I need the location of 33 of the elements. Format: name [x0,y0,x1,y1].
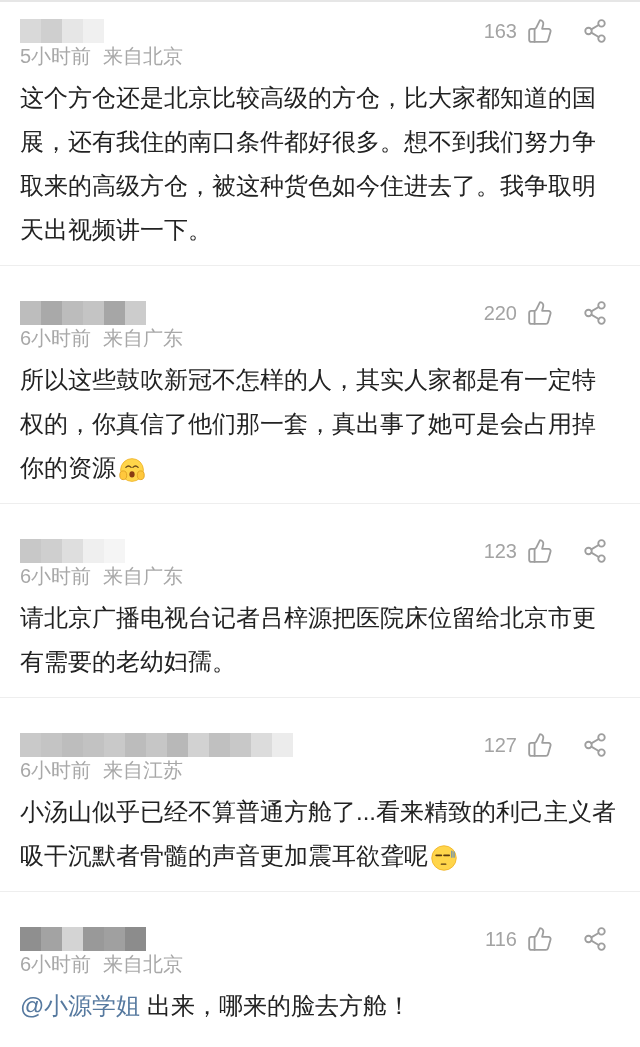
unamused-face-icon [430,843,458,872]
thumbs-up-icon[interactable] [527,926,553,952]
comment-time: 5小时前 [20,45,92,67]
smiling-face-icon [118,455,146,484]
share-icon[interactable] [582,926,608,952]
like-count: 220 [483,301,517,325]
comment-text: @小源学姐 出来，哪来的脸去方舱！ [20,992,412,1019]
comment-time: 6小时前 [20,565,92,587]
comment-time: 6小时前 [20,953,92,975]
comment-time: 6小时前 [20,327,92,349]
comment-location: 来自广东 [103,327,184,349]
comment-location: 来自北京 [103,45,184,67]
share-icon[interactable] [582,732,608,758]
comment-time: 6小时前 [20,759,92,781]
comment-location: 来自江苏 [103,759,184,781]
mention-link[interactable]: @小源学姐 [20,992,141,1019]
comment-location: 来自广东 [103,565,184,587]
comment-text: 所以这些鼓吹新冠不怎样的人，其实人家都是有一定特权的，你真信了他们那一套，真出事了她可是会占用掉你的资源 [20,366,596,481]
share-icon[interactable] [582,538,608,564]
comment-text: 小汤山似乎已经不算普通方舱了...看来精致的利己主义者吸干沉默者骨髓的声音更加震耳欲聋呢 [20,798,616,869]
comment-text: 这个方仓还是北京比较高级的方仓，比大家都知道的国展，还有我住的南口条件都好很多。想不到我们努力争取来的高级方仓，被这种货色如今住进去了。我争取明天出视频讲一下。 [20,84,596,243]
like-count: 163 [483,19,517,43]
share-icon[interactable] [582,300,608,326]
comment-location: 来自北京 [103,953,184,975]
thumbs-up-icon[interactable] [527,18,553,44]
like-count: 123 [483,539,517,563]
comment-text: 请北京广播电视台记者吕梓源把医院床位留给北京市更有需要的老幼妇孺。 [20,604,596,675]
like-count: 116 [485,927,517,951]
like-count: 127 [483,733,517,757]
thumbs-up-icon[interactable] [527,300,553,326]
thumbs-up-icon[interactable] [527,538,553,564]
thumbs-up-icon[interactable] [527,732,553,758]
share-icon[interactable] [582,18,608,44]
